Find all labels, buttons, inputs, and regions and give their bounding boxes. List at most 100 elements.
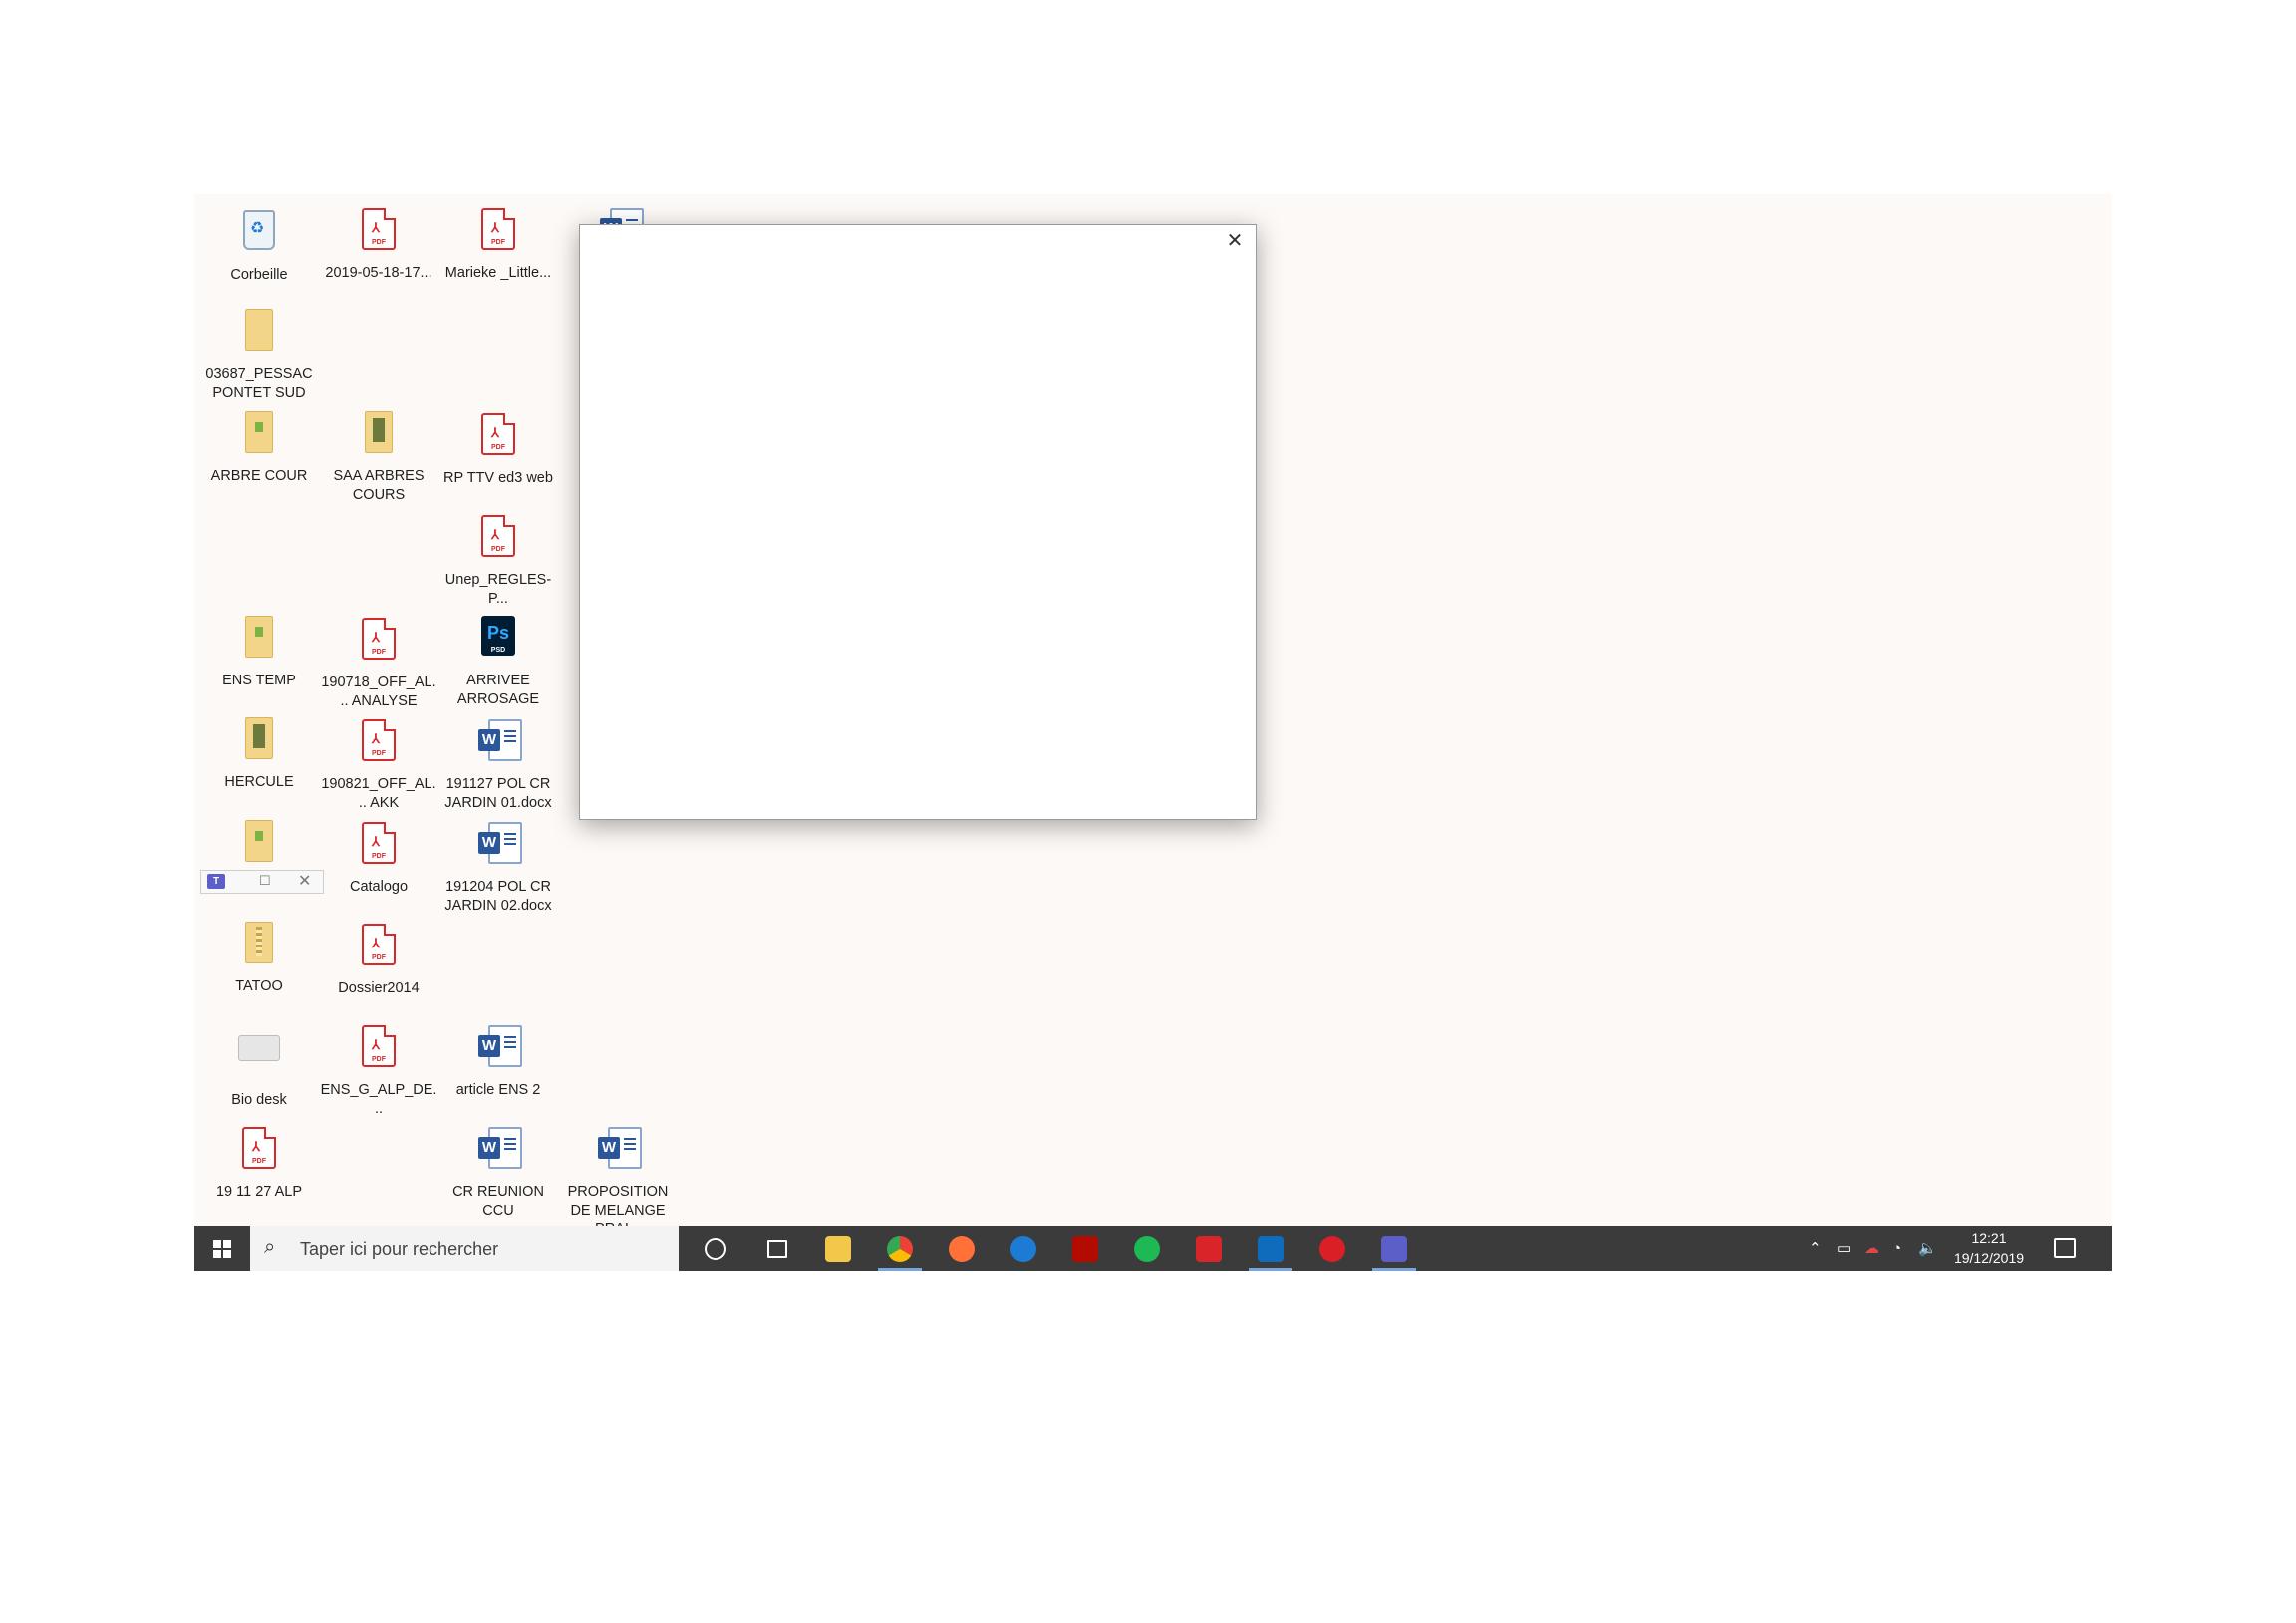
folder-icon bbox=[235, 717, 283, 765]
close-button[interactable]: ✕ bbox=[298, 871, 311, 891]
desktop-item[interactable]: ⅄ PDF 190718_OFF_AL... ANALYSE bbox=[320, 614, 437, 711]
desktop-item-label: Catalogo bbox=[349, 879, 409, 895]
desktop-item[interactable]: Warticle ENS 2 bbox=[439, 1021, 557, 1100]
desktop-item[interactable]: WPROPOSITION DE MELANGE PRAI... bbox=[559, 1123, 677, 1239]
taskbar-app-button[interactable] bbox=[1117, 1226, 1177, 1271]
taskbar-app-button[interactable] bbox=[1241, 1226, 1300, 1271]
volume-icon[interactable]: 🔈 bbox=[1918, 1226, 1937, 1271]
desktop-item[interactable]: ⅄ PDF 2019-05-18-17... bbox=[320, 204, 437, 283]
desktop-item-label: 03687_PESSAC PONTET SUD bbox=[205, 366, 313, 401]
desktop-item-label: Corbeille bbox=[230, 267, 288, 283]
blank-dialog-window: ✕ bbox=[579, 224, 1257, 820]
pdf-file-icon: ⅄ PDF bbox=[355, 719, 403, 767]
clock-date: 19/12/2019 bbox=[1953, 1250, 2025, 1266]
desktop-item[interactable]: ⅄ PDF Catalogo bbox=[320, 818, 437, 897]
desktop-item-label: ARBRE COUR bbox=[210, 468, 308, 484]
desktop-item[interactable]: TATOO bbox=[200, 920, 318, 996]
taskbar-search-box[interactable]: ⌕ Taper ici pour rechercher bbox=[250, 1226, 679, 1271]
restore-button[interactable]: ☐ bbox=[259, 873, 271, 889]
task-view-icon bbox=[767, 1240, 787, 1258]
desktop-item-label: 190718_OFF_AL... ANALYSE bbox=[321, 675, 436, 709]
folder-icon bbox=[355, 411, 403, 459]
file-explorer-icon bbox=[825, 1236, 851, 1262]
windows-logo-icon bbox=[213, 1239, 231, 1258]
desktop-item[interactable]: ⅄ PDF Marieke _Little... bbox=[439, 204, 557, 283]
desktop-item-label: TATOO bbox=[235, 978, 283, 994]
folder-icon bbox=[235, 616, 283, 664]
desktop-item-label: ENS_G_ALP_DE... bbox=[320, 1082, 437, 1117]
teams-mini-window: T ☐ ✕ bbox=[200, 870, 324, 894]
word-file-icon: W bbox=[474, 1127, 522, 1175]
desktop-item-label: Bio desk bbox=[231, 1092, 287, 1108]
word-file-icon: W bbox=[474, 1025, 522, 1073]
outlook-icon bbox=[1258, 1236, 1284, 1262]
pdf-file-icon: ⅄ PDF bbox=[355, 208, 403, 256]
desktop-item[interactable]: W 191204 POL CR JARDIN 02.docx bbox=[439, 818, 557, 916]
taskbar-app-button[interactable] bbox=[1302, 1226, 1362, 1271]
desktop-item-label: article ENS 2 bbox=[455, 1082, 541, 1098]
taskbar-app-button[interactable] bbox=[932, 1226, 992, 1271]
action-center-icon[interactable] bbox=[2054, 1238, 2076, 1258]
pdf-file-icon: ⅄ PDF bbox=[355, 1025, 403, 1073]
desktop-item[interactable]: Corbeille bbox=[200, 204, 318, 285]
desktop-item[interactable]: ⅄ PDF ENS_G_ALP_DE... bbox=[320, 1021, 437, 1119]
desktop-item-label: 191127 POL CR JARDIN 01.docx bbox=[444, 776, 552, 811]
desktop-item[interactable]: Bio desk bbox=[200, 1021, 318, 1110]
show-hidden-icons-icon[interactable]: ⌃ bbox=[1809, 1226, 1822, 1271]
teams-icon[interactable]: T bbox=[207, 874, 225, 889]
onedrive-error-icon[interactable]: ☁ bbox=[1865, 1226, 1879, 1271]
taskbar-app-button[interactable] bbox=[685, 1226, 744, 1271]
desktop-item[interactable]: W CR REUNION CCU bbox=[439, 1123, 557, 1220]
battery-icon[interactable]: ▭ bbox=[1837, 1226, 1851, 1271]
desktop-item-label: ARRIVEE ARROSAGE bbox=[456, 673, 540, 707]
taskbar-app-button[interactable] bbox=[870, 1226, 930, 1271]
creative-cloud-icon bbox=[1319, 1236, 1345, 1262]
desktop-item[interactable]: ⅄ PDF 19 11 27 ALP bbox=[200, 1123, 318, 1202]
desktop-item-label: HERCULE bbox=[224, 774, 294, 790]
desktop-item[interactable]: ENS TEMP bbox=[200, 614, 318, 690]
taskbar-clock[interactable]: 12:21 19/12/2019 bbox=[1944, 1228, 2034, 1268]
desktop-item-label: SAA ARBRES COURS bbox=[333, 468, 425, 503]
desktop-item[interactable]: HERCULE bbox=[200, 715, 318, 792]
pdf-file-icon: ⅄ PDF bbox=[355, 822, 403, 870]
firefox-icon bbox=[949, 1236, 975, 1262]
desktop-item[interactable]: ⅄ PDF RP TTV ed3 web bbox=[439, 409, 557, 488]
desktop-item[interactable]: ⅄ PDF Unep_REGLES-P... bbox=[439, 511, 557, 609]
desktop-item[interactable]: W 191127 POL CR JARDIN 01.docx bbox=[439, 715, 557, 813]
pdf-file-icon: ⅄ PDF bbox=[355, 618, 403, 666]
desktop-item[interactable]: ARBRE COUR bbox=[200, 409, 318, 486]
taskbar-app-button[interactable] bbox=[1055, 1226, 1115, 1271]
taskbar-app-button[interactable] bbox=[1364, 1226, 1424, 1271]
folder-icon bbox=[235, 820, 283, 868]
desktop-item-label: 19 11 27 ALP bbox=[215, 1184, 302, 1200]
taskbar-app-button[interactable] bbox=[808, 1226, 868, 1271]
taskbar-app-button[interactable] bbox=[994, 1226, 1053, 1271]
acrobat-icon bbox=[1072, 1236, 1098, 1262]
search-icon: ⌕ bbox=[264, 1236, 276, 1258]
desktop-item-label: Dossier2014 bbox=[338, 980, 420, 996]
teams-icon bbox=[1381, 1236, 1407, 1262]
desktop-item[interactable]: 03687_PESSAC PONTET SUD bbox=[200, 307, 318, 403]
desktop-item[interactable]: Ps PSD ARRIVEE ARROSAGE bbox=[439, 614, 557, 709]
pdf-file-icon: ⅄ PDF bbox=[474, 208, 522, 256]
desktop-item[interactable]: ⅄ PDF 190821_OFF_AL... AKK bbox=[320, 715, 437, 813]
autocad-icon bbox=[1196, 1236, 1222, 1262]
folder-icon bbox=[235, 411, 283, 459]
desktop-item-label: Marieke _Little... bbox=[444, 265, 552, 281]
start-button[interactable] bbox=[194, 1226, 250, 1271]
desktop-item-label: 191204 POL CR JARDIN 02.docx bbox=[444, 879, 552, 914]
pdf-file-icon: ⅄ PDF bbox=[474, 413, 522, 461]
taskbar-app-button[interactable] bbox=[746, 1226, 806, 1271]
dialog-close-button[interactable]: ✕ bbox=[1214, 225, 1256, 257]
chrome-icon bbox=[887, 1236, 913, 1262]
pdf-file-icon: ⅄ PDF bbox=[235, 1127, 283, 1175]
desktop-item[interactable]: SAA ARBRES COURS bbox=[320, 409, 437, 505]
folder-icon bbox=[235, 309, 283, 357]
spotify-icon bbox=[1134, 1236, 1160, 1262]
edge-icon bbox=[1010, 1236, 1036, 1262]
desktop-item[interactable]: ⅄ PDF Dossier2014 bbox=[320, 920, 437, 998]
desktop-item-label: 2019-05-18-17... bbox=[325, 265, 432, 281]
taskbar: ⌕ Taper ici pour rechercher ⌃ ▭ ☁ ◔ 🔈 12… bbox=[194, 1226, 2112, 1271]
wifi-icon[interactable]: ◔ bbox=[1892, 1226, 1901, 1271]
taskbar-app-button[interactable] bbox=[1179, 1226, 1239, 1271]
